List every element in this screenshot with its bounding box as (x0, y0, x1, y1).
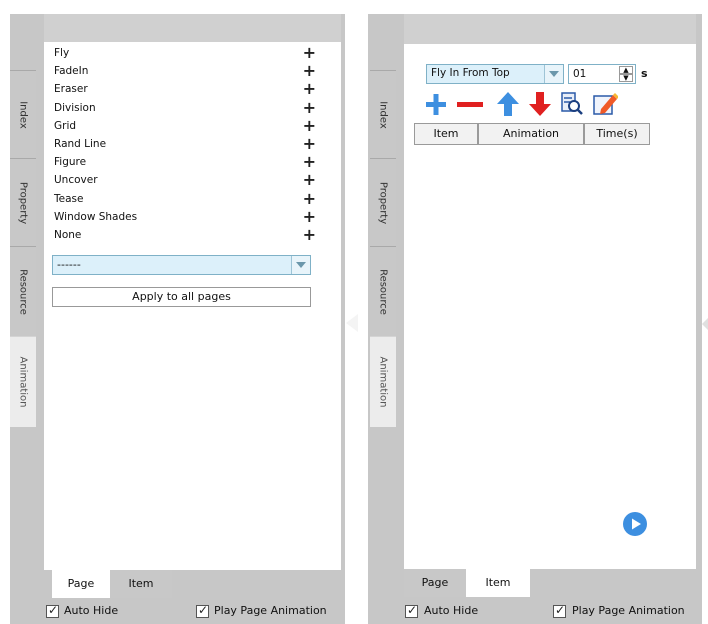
right-panel: Index Property Resource Animation Fly In… (368, 14, 702, 624)
effect-item-tease[interactable]: Tease + (54, 190, 320, 208)
add-icon[interactable]: + (303, 226, 316, 243)
edit-icon[interactable] (592, 91, 618, 117)
add-icon[interactable]: + (303, 62, 316, 79)
time-value: 01 (573, 68, 587, 80)
right-side-tabs: Index Property Resource Animation (370, 70, 396, 430)
play-icon (623, 512, 647, 536)
effect-label: Grid (54, 119, 77, 132)
column-header-time[interactable]: Time(s) (584, 123, 650, 145)
right-bottom-tabs: Page Item (404, 569, 696, 597)
effect-item-figure[interactable]: Figure + (54, 153, 320, 171)
add-icon[interactable]: + (303, 153, 316, 170)
add-icon[interactable]: + (303, 190, 316, 207)
effect-item-fly[interactable]: Fly + (54, 44, 320, 62)
side-tab-animation[interactable]: Animation (10, 336, 36, 427)
tab-page[interactable]: Page (52, 570, 110, 598)
auto-hide-checkbox[interactable] (46, 603, 59, 618)
document-search-icon[interactable] (560, 92, 584, 116)
arrow-down-icon[interactable] (528, 91, 552, 117)
effect-item-uncover[interactable]: Uncover + (54, 171, 320, 189)
effect-item-window-shades[interactable]: Window Shades + (54, 208, 320, 226)
collapse-panel-icon[interactable] (346, 314, 358, 332)
right-header-strip (404, 14, 696, 44)
stepper-up-icon[interactable]: ▲ (619, 66, 633, 74)
time-stepper[interactable]: 01 ▲ ▼ (568, 64, 636, 84)
play-button[interactable] (622, 511, 648, 537)
effect-label: Rand Line (54, 138, 107, 150)
effect-label: Tease (54, 192, 84, 205)
effect-item-rand-line[interactable]: Rand Line + (54, 135, 320, 153)
effect-label: Division (54, 101, 96, 114)
play-page-animation-checkbox[interactable] (196, 603, 209, 618)
column-header-animation[interactable]: Animation (478, 123, 584, 145)
right-content: Fly In From Top 01 ▲ ▼ s Item Animation … (404, 44, 696, 569)
effect-item-grid[interactable]: Grid + (54, 117, 320, 135)
effect-label: Figure (54, 156, 87, 169)
effect-item-eraser[interactable]: Eraser + (54, 80, 320, 98)
add-icon[interactable]: + (303, 171, 316, 188)
effect-label: Uncover (54, 174, 98, 187)
column-header-item[interactable]: Item (414, 123, 478, 145)
add-icon[interactable]: + (303, 117, 316, 134)
chevron-down-icon[interactable] (544, 65, 563, 83)
auto-hide-label: Auto Hide (424, 604, 479, 617)
add-icon[interactable]: + (303, 44, 316, 61)
left-side-tabs: Index Property Resource Animation (10, 70, 36, 430)
chevron-down-icon[interactable] (291, 256, 310, 274)
left-bottom-tabs: Page Item (44, 570, 341, 598)
side-tab-index[interactable]: Index (370, 70, 396, 159)
collapse-panel-icon-right[interactable] (702, 318, 708, 330)
effect-item-division[interactable]: Division + (54, 99, 320, 117)
tab-item[interactable]: Item (466, 569, 530, 597)
side-tab-animation[interactable]: Animation (370, 336, 396, 427)
side-tab-property[interactable]: Property (10, 158, 36, 247)
add-icon[interactable]: + (303, 80, 316, 97)
side-tab-property[interactable]: Property (370, 158, 396, 247)
time-unit: s (641, 67, 648, 80)
left-panel: Index Property Resource Animation Fly + F… (0, 0, 345, 624)
add-icon[interactable]: + (303, 99, 316, 116)
tab-page[interactable]: Page (404, 569, 466, 597)
add-icon[interactable]: + (303, 208, 316, 225)
direction-select[interactable]: ------ (52, 255, 311, 275)
effect-label: Eraser (54, 83, 88, 96)
play-page-animation-checkbox[interactable] (553, 603, 566, 618)
effect-list: Fly + FadeIn + Eraser + Division + Grid + Ran… (54, 44, 320, 248)
plus-icon[interactable] (424, 92, 448, 116)
auto-hide-checkbox[interactable] (405, 603, 418, 618)
effect-item-none[interactable]: None + (54, 226, 320, 244)
minus-icon[interactable] (456, 92, 484, 116)
play-page-animation-label: Play Page Animation (572, 604, 685, 617)
arrow-up-icon[interactable] (496, 91, 520, 117)
effect-label: Fly (54, 47, 70, 59)
left-header-strip (44, 14, 341, 42)
auto-hide-label: Auto Hide (64, 604, 119, 617)
add-icon[interactable]: + (303, 135, 316, 152)
stepper-down-icon[interactable]: ▼ (619, 74, 633, 82)
tab-item[interactable]: Item (110, 570, 172, 598)
animation-select[interactable]: Fly In From Top (426, 64, 564, 84)
side-tab-resource[interactable]: Resource (370, 246, 396, 337)
play-page-animation-label: Play Page Animation (214, 604, 327, 617)
effect-label: Window Shades (54, 210, 138, 223)
direction-select-value: ------ (57, 258, 81, 271)
animation-select-value: Fly In From Top (431, 67, 510, 79)
effect-item-fadein[interactable]: FadeIn + (54, 62, 320, 80)
side-tab-index[interactable]: Index (10, 70, 36, 159)
apply-to-all-pages-button[interactable]: Apply to all pages (52, 287, 311, 307)
left-content: Fly + FadeIn + Eraser + Division + Grid + Ran… (44, 42, 341, 570)
side-tab-resource[interactable]: Resource (10, 246, 36, 337)
effect-label: FadeIn (54, 65, 89, 78)
effect-label: None (54, 229, 82, 241)
